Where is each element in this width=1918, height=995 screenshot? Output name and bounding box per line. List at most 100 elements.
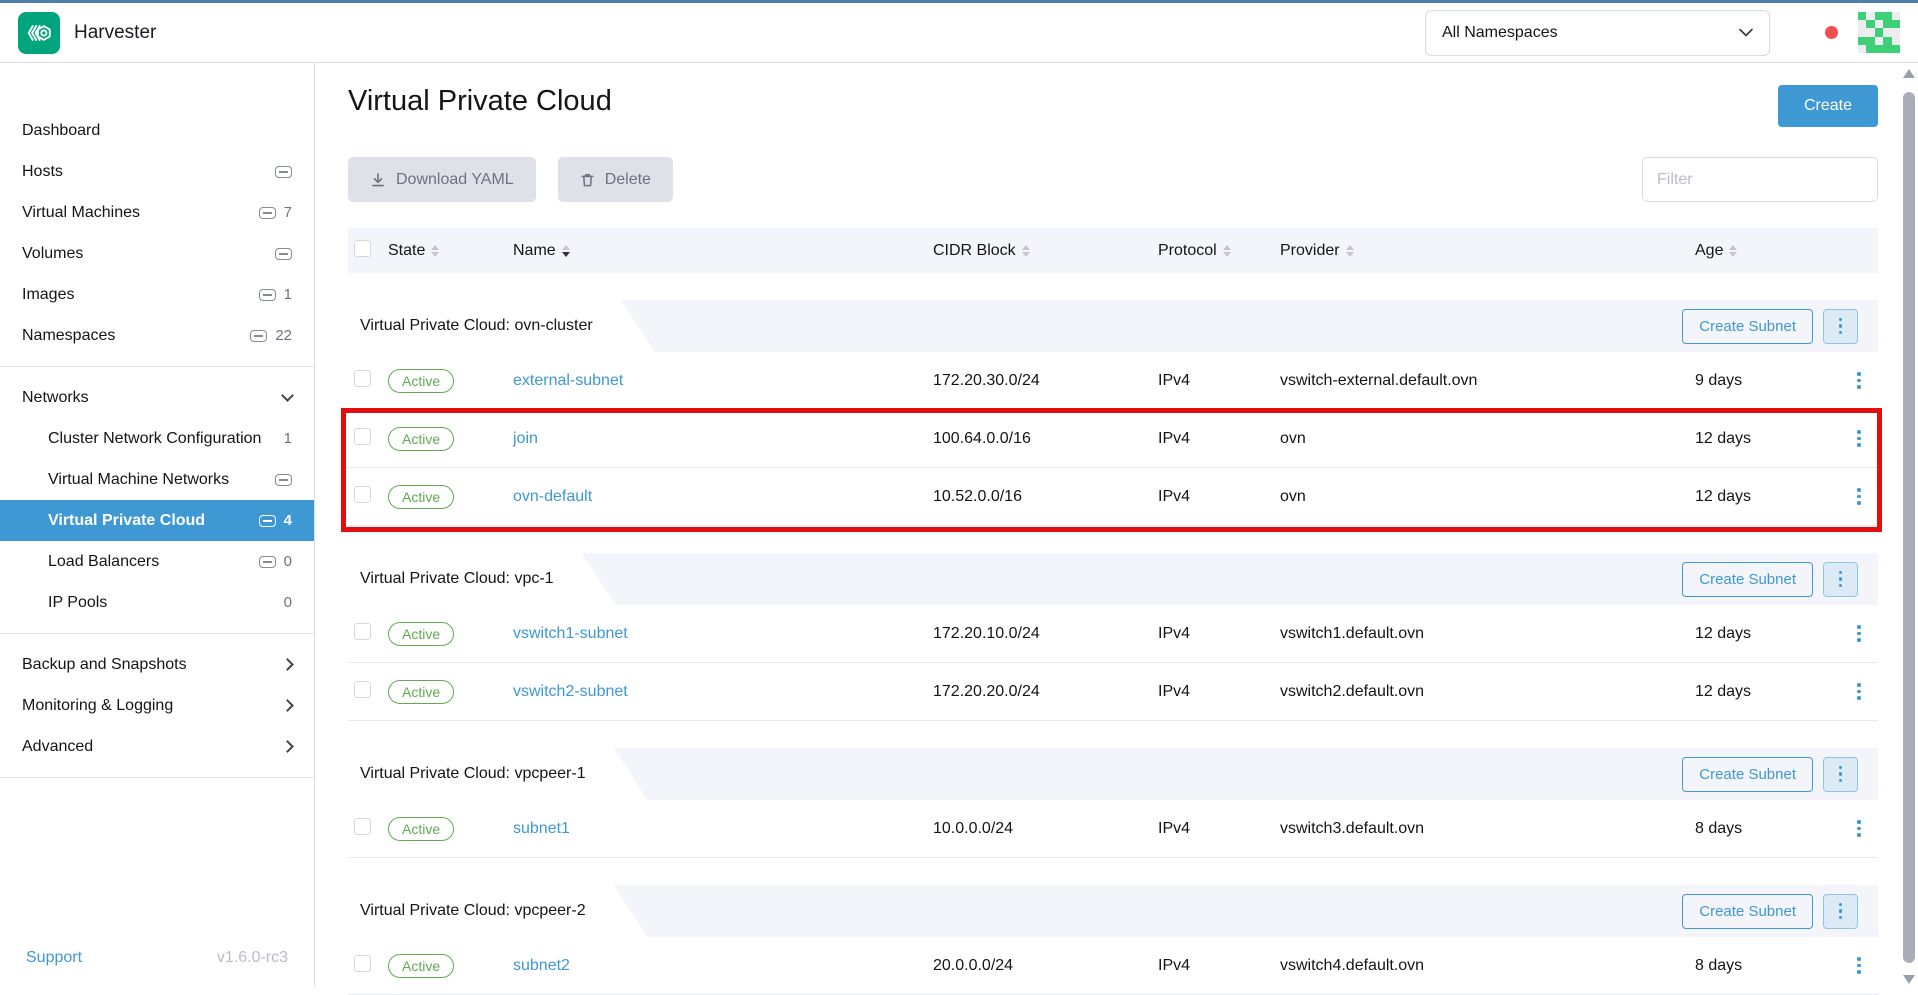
avatar-cell	[1866, 45, 1874, 53]
cidr-value: 100.64.0.0/16	[933, 430, 1158, 448]
sidebar-item-virtual-machine-networks[interactable]: Virtual Machine Networks	[0, 459, 314, 500]
avatar-cell	[1883, 12, 1891, 20]
group-actions-menu-button[interactable]	[1823, 309, 1858, 344]
scrollbar-thumb[interactable]	[1903, 92, 1915, 963]
sidebar-item-monitoring-logging[interactable]: Monitoring & Logging	[0, 685, 314, 726]
row-actions-menu-button[interactable]	[1840, 957, 1878, 974]
subnet-row-external-subnet: Active external-subnet 172.20.30.0/24 IP…	[348, 352, 1878, 410]
notification-dot	[1825, 26, 1838, 39]
resource-count-icon	[275, 474, 292, 486]
download-yaml-button[interactable]: Download YAML	[348, 157, 536, 202]
sidebar-item-networks[interactable]: Networks	[0, 377, 314, 418]
resource-count-icon	[259, 289, 276, 301]
filter-input[interactable]	[1642, 157, 1878, 202]
row-actions-menu-button[interactable]	[1840, 430, 1878, 447]
sidebar-item-ip-pools[interactable]: IP Pools 0	[0, 582, 314, 623]
subnet-name-link[interactable]: subnet1	[513, 820, 570, 837]
state-badge: Active	[388, 485, 454, 509]
header-right: All Namespaces	[1425, 10, 1900, 56]
sidebar-item-virtual-machines[interactable]: Virtual Machines 7	[0, 192, 314, 233]
column-header-cidr-block[interactable]: CIDR Block	[933, 242, 1158, 260]
subnet-name-link[interactable]: subnet2	[513, 957, 570, 974]
subnet-row-subnet1: Active subnet1 10.0.0.0/24 IPv4 vswitch3…	[348, 800, 1878, 858]
avatar-cell	[1875, 12, 1883, 20]
row-actions-menu-button[interactable]	[1840, 488, 1878, 505]
subnet-name-link[interactable]: ovn-default	[513, 488, 592, 505]
kebab-icon	[1857, 957, 1861, 974]
avatar-cell	[1858, 45, 1866, 53]
scrollbar-up-arrow-icon[interactable]	[1903, 69, 1915, 78]
chevron-down-icon	[281, 389, 294, 402]
age-value: 12 days	[1695, 430, 1840, 448]
subnet-name-link[interactable]: external-subnet	[513, 372, 623, 389]
column-header-provider[interactable]: Provider	[1280, 242, 1695, 260]
row-actions-menu-button[interactable]	[1840, 372, 1878, 389]
row-checkbox[interactable]	[354, 428, 371, 445]
group-actions-menu-button[interactable]	[1823, 757, 1858, 792]
sidebar-item-namespaces[interactable]: Namespaces 22	[0, 315, 314, 356]
subnet-name-link[interactable]: join	[513, 430, 538, 447]
column-header-state[interactable]: State	[388, 242, 513, 260]
row-checkbox[interactable]	[354, 955, 371, 972]
harvester-logo[interactable]	[18, 12, 60, 54]
age-value: 8 days	[1695, 957, 1840, 975]
row-checkbox[interactable]	[354, 681, 371, 698]
subnet-name-link[interactable]: vswitch2-subnet	[513, 683, 628, 700]
row-checkbox[interactable]	[354, 818, 371, 835]
row-actions-menu-button[interactable]	[1840, 625, 1878, 642]
cidr-value: 20.0.0.0/24	[933, 957, 1158, 975]
create-subnet-button[interactable]: Create Subnet	[1682, 309, 1813, 344]
cidr-value: 10.0.0.0/24	[933, 820, 1158, 838]
avatar-cell	[1892, 45, 1900, 53]
create-subnet-button[interactable]: Create Subnet	[1682, 894, 1813, 929]
select-all-checkbox[interactable]	[354, 240, 371, 257]
avatar-cell	[1883, 28, 1891, 36]
vpc-group-header: Virtual Private Cloud: ovn-cluster Creat…	[348, 300, 1878, 352]
kebab-icon	[1857, 625, 1861, 642]
age-value: 12 days	[1695, 625, 1840, 643]
group-actions-menu-button[interactable]	[1823, 562, 1858, 597]
sidebar-item-cluster-network-configuration[interactable]: Cluster Network Configuration 1	[0, 418, 314, 459]
column-header-protocol[interactable]: Protocol	[1158, 242, 1280, 260]
kebab-icon	[1839, 903, 1843, 920]
row-actions-menu-button[interactable]	[1840, 820, 1878, 837]
row-checkbox[interactable]	[354, 486, 371, 503]
vpc-group-title: Virtual Private Cloud: vpcpeer-1	[360, 765, 586, 783]
vpc-group-title: Virtual Private Cloud: vpc-1	[360, 570, 554, 588]
subnet-row-ovn-default: Active ovn-default 10.52.0.0/16 IPv4 ovn…	[348, 468, 1878, 526]
row-checkbox[interactable]	[354, 623, 371, 640]
subnet-name-link[interactable]: vswitch1-subnet	[513, 625, 628, 642]
row-actions-menu-button[interactable]	[1840, 683, 1878, 700]
vpc-group-header: Virtual Private Cloud: vpcpeer-1 Create …	[348, 748, 1878, 800]
delete-button[interactable]: Delete	[558, 157, 673, 202]
vpc-group-title-tab: Virtual Private Cloud: vpc-1	[348, 553, 616, 605]
create-subnet-button[interactable]: Create Subnet	[1682, 562, 1813, 597]
sidebar: Dashboard Hosts Virtual Machines 7 Volum…	[0, 63, 315, 987]
create-button[interactable]: Create	[1778, 85, 1878, 127]
column-header-age[interactable]: Age	[1695, 242, 1840, 260]
scrollbar-down-arrow-icon[interactable]	[1903, 975, 1915, 984]
column-header-name[interactable]: Name	[513, 242, 933, 260]
avatar-cell	[1892, 20, 1900, 28]
sidebar-item-dashboard[interactable]: Dashboard	[0, 110, 314, 151]
sidebar-item-load-balancers[interactable]: Load Balancers 0	[0, 541, 314, 582]
provider-value: vswitch4.default.ovn	[1280, 957, 1695, 975]
vpc-group-title-tab: Virtual Private Cloud: ovn-cluster	[348, 300, 655, 352]
avatar-cell	[1875, 45, 1883, 53]
sidebar-item-hosts[interactable]: Hosts	[0, 151, 314, 192]
support-link[interactable]: Support	[26, 949, 82, 967]
page-title: Virtual Private Cloud	[348, 85, 612, 118]
row-checkbox[interactable]	[354, 370, 371, 387]
vpc-table: State Name CIDR Block Protocol Provider …	[348, 228, 1878, 995]
vertical-scrollbar	[1902, 69, 1915, 984]
user-avatar[interactable]	[1858, 12, 1900, 54]
sidebar-item-virtual-private-cloud[interactable]: Virtual Private Cloud 4	[0, 500, 314, 541]
sidebar-item-backup-and-snapshots[interactable]: Backup and Snapshots	[0, 644, 314, 685]
namespace-selector[interactable]: All Namespaces	[1425, 10, 1770, 56]
group-actions-menu-button[interactable]	[1823, 894, 1858, 929]
sidebar-item-volumes[interactable]: Volumes	[0, 233, 314, 274]
sidebar-item-advanced[interactable]: Advanced	[0, 726, 314, 767]
sidebar-item-images[interactable]: Images 1	[0, 274, 314, 315]
create-subnet-button[interactable]: Create Subnet	[1682, 757, 1813, 792]
state-badge: Active	[388, 369, 454, 393]
